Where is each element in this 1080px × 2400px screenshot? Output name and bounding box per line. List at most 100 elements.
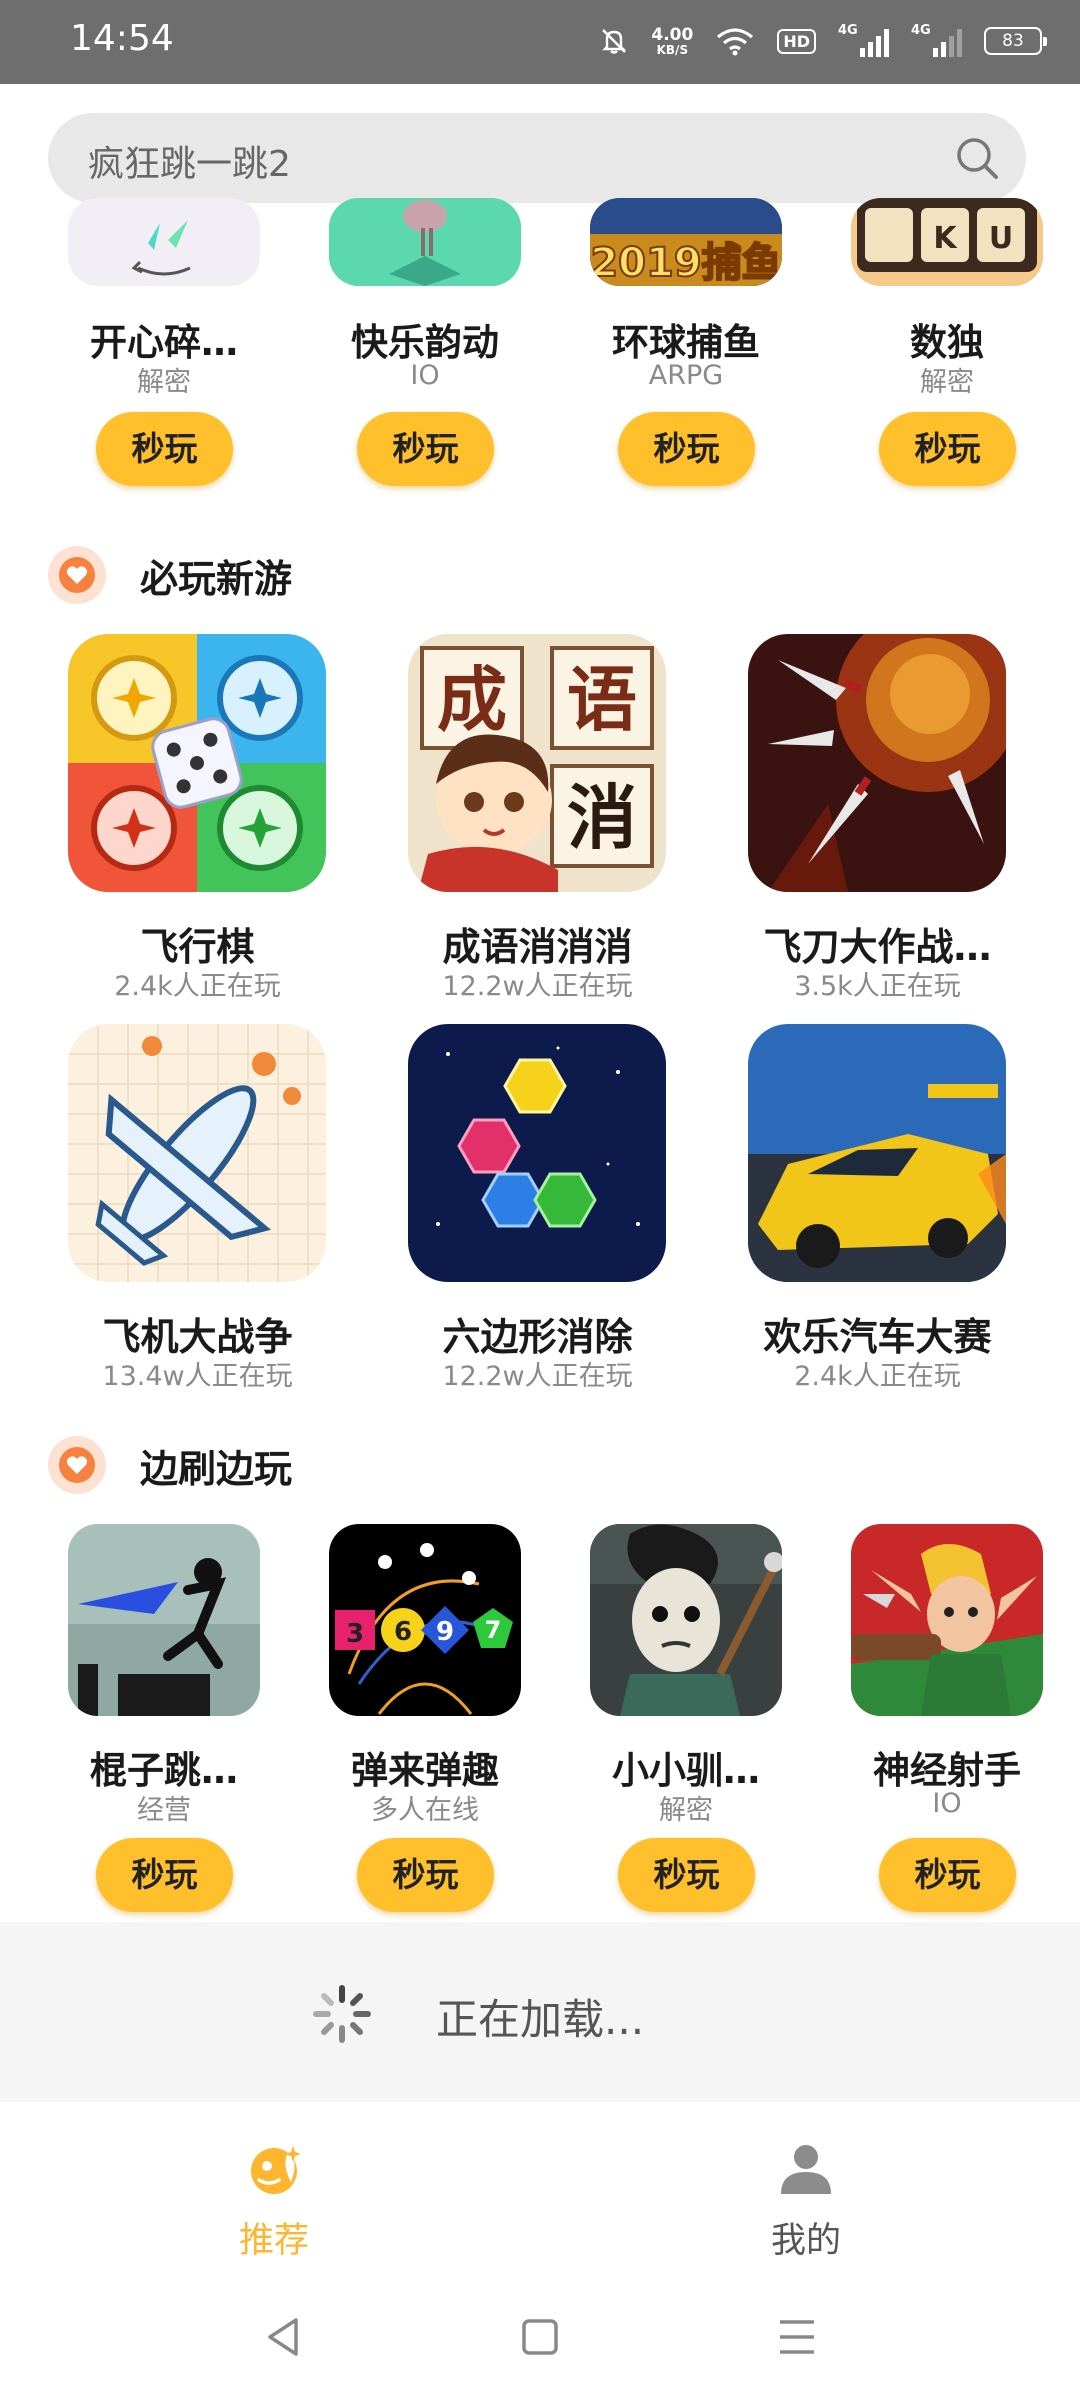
heart-icon [48,546,106,604]
game-icon: 成 语 消 [408,634,666,892]
instant-play-button[interactable]: 秒玩 [618,412,755,486]
game-card[interactable]: 神经射手 IO 秒玩 [837,1524,1057,1924]
instant-play-button[interactable]: 秒玩 [879,1838,1016,1912]
section-header-new-games: 必玩新游 [48,542,648,604]
instant-play-button[interactable]: 秒玩 [618,1838,755,1912]
network-speed: 4.00 KB/S [651,26,693,56]
players-count: 2.4k人正在玩 [114,971,281,1002]
game-card[interactable]: 棍子跳… 经营 秒玩 [54,1524,274,1924]
game-icon [408,1024,666,1282]
game-icon [748,634,1006,892]
game-card[interactable]: 3 6 9 7 弹来弹趣 多人在线 秒玩 [315,1524,535,1924]
game-card[interactable]: 成 语 消 成语消消消 12.2w人正在玩 [360,634,690,1004]
status-time: 14:54 [70,18,174,59]
game-card[interactable]: K U 数独 解密 秒玩 [837,198,1057,496]
game-genre: IO [410,360,440,391]
home-icon[interactable] [515,2312,565,2362]
menu-icon[interactable] [772,2312,822,2362]
tab-mine[interactable]: 我的 [706,2140,906,2263]
loading-indicator: 正在加载... [0,1922,1080,2102]
battery-icon: 83 [984,27,1047,55]
network-type-label: 4G [911,23,931,38]
wifi-icon [717,28,754,56]
game-name: 数独 [910,321,984,364]
section-header-play-while-browsing: 边刷边玩 [48,1432,648,1494]
game-genre: ARPG [648,360,724,391]
tab-recommend[interactable]: 推荐 [174,2140,374,2263]
game-name: 快乐韵动 [351,321,499,364]
search-query: 疯狂跳一跳2 [88,144,291,185]
game-icon [68,634,326,892]
players-count: 3.5k人正在玩 [794,971,961,1002]
game-name: 飞刀大作战… [763,925,992,969]
tab-label: 我的 [770,2221,841,2261]
system-navigation-bar [0,2272,1080,2400]
game-name: 弹来弹趣 [351,1749,499,1792]
instant-play-button[interactable]: 秒玩 [96,1838,233,1912]
status-icons: 4.00 KB/S HD 4G 4G 83 [599,16,1047,66]
game-card[interactable]: 飞刀大作战… 3.5k人正在玩 [700,634,1030,1004]
fish-art-text: 2019捕鱼 [590,240,781,286]
sudoku-art-letter: U [989,221,1013,256]
instant-play-button[interactable]: 秒玩 [879,412,1016,486]
game-name: 飞行棋 [140,925,255,969]
game-name: 神经射手 [873,1749,1021,1792]
section-title: 边刷边玩 [140,1447,293,1491]
bottom-nav: 推荐 我的 [0,2102,1080,2272]
game-card[interactable]: 欢乐汽车大赛 2.4k人正在玩 [700,1024,1030,1394]
network-type-label: 4G [838,23,858,38]
signal-1-icon: 4G [838,23,889,57]
players-count: 12.2w人正在玩 [442,1361,633,1392]
loading-text: 正在加载... [436,1995,645,2044]
game-genre: 解密 [137,367,191,398]
game-name: 环球捕鱼 [612,321,760,364]
game-genre: 多人在线 [371,1795,479,1826]
game-icon [68,1024,326,1282]
game-icon [590,1524,782,1716]
heart-icon [48,1436,106,1494]
game-icon: K U [851,198,1043,286]
sudoku-art-letter: K [933,221,958,256]
game-genre: IO [932,1788,962,1819]
game-card[interactable]: 飞机大战争 13.4w人正在玩 [20,1024,350,1394]
planet-icon [251,2146,301,2194]
bounce-art-number: 6 [394,1617,412,1647]
idiom-art-char: 成 [437,659,507,741]
game-name: 六边形消除 [442,1315,633,1359]
mute-bell-icon [602,29,627,54]
game-name: 欢乐汽车大赛 [763,1315,992,1359]
loading-spinner-icon [313,1985,371,2043]
game-icon [329,198,521,286]
bounce-art-number: 7 [485,1616,502,1644]
game-card[interactable]: 2019捕鱼 环球捕鱼 ARPG 秒玩 [576,198,796,496]
game-card[interactable]: 小小驯… 解密 秒玩 [576,1524,796,1924]
game-icon [748,1024,1006,1282]
section-title: 必玩新游 [140,557,293,601]
instant-play-button[interactable]: 秒玩 [357,412,494,486]
game-card[interactable]: 开心碎… 解密 秒玩 [54,198,274,496]
game-icon [68,1524,260,1716]
hd-badge: HD [777,28,816,54]
signal-2-icon: 4G [911,23,962,57]
players-count: 12.2w人正在玩 [442,971,633,1002]
game-icon [851,1524,1043,1716]
players-count: 2.4k人正在玩 [794,1361,961,1392]
players-count: 13.4w人正在玩 [102,1361,293,1392]
network-speed-value: 4.00 [651,25,694,45]
search-icon[interactable] [954,135,1000,181]
search-input[interactable]: 疯狂跳一跳2 [48,113,1026,203]
game-name: 飞机大战争 [102,1315,293,1359]
bounce-art-number: 9 [436,1617,454,1647]
game-card[interactable]: 快乐韵动 IO 秒玩 [315,198,535,496]
game-name: 开心碎… [90,321,238,364]
game-icon [68,198,260,286]
game-name: 小小驯… [612,1749,760,1792]
game-card[interactable]: 六边形消除 12.2w人正在玩 [360,1024,690,1394]
back-icon[interactable] [258,2312,308,2362]
user-icon [781,2145,831,2194]
game-card[interactable]: 飞行棋 2.4k人正在玩 [20,634,350,1004]
network-speed-unit: KB/S [656,43,689,57]
instant-play-button[interactable]: 秒玩 [357,1838,494,1912]
status-bar: 14:54 4.00 KB/S HD 4G 4G 83 [0,0,1080,84]
instant-play-button[interactable]: 秒玩 [96,412,233,486]
